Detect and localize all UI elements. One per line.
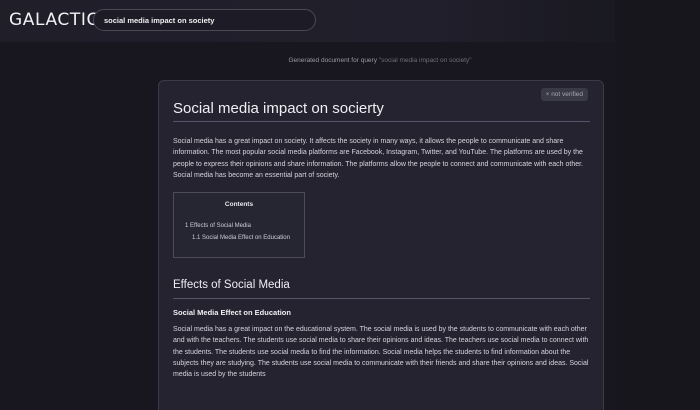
caption-prefix: Generated document for query <box>288 57 377 64</box>
toc-title: Contents <box>224 201 254 208</box>
caption-query: "social media impact on society" <box>378 57 472 64</box>
title-divider <box>173 121 590 122</box>
generated-document: × not verified Social media impact on so… <box>158 80 604 410</box>
document-title: Social media impact on socierty <box>173 100 384 117</box>
table-of-contents: Contents 1 Effects of Social Media 1.1 S… <box>173 192 305 258</box>
section-divider <box>173 298 590 299</box>
subsection-paragraph: Social media has a great impact on the e… <box>173 326 589 379</box>
toc-link-effects[interactable]: 1 Effects of Social Media <box>185 223 251 229</box>
section-heading: Effects of Social Media <box>173 279 290 291</box>
toc-link-education[interactable]: 1.1 Social Media Effect on Education <box>192 235 290 241</box>
not-verified-badge: × not verified <box>540 88 588 101</box>
intro-paragraph: Social media has a great impact on socie… <box>173 138 584 179</box>
search-input[interactable] <box>93 9 316 31</box>
subsection-heading: Social Media Effect on Education <box>173 308 291 317</box>
query-caption: Generated document for query "social med… <box>0 57 700 64</box>
